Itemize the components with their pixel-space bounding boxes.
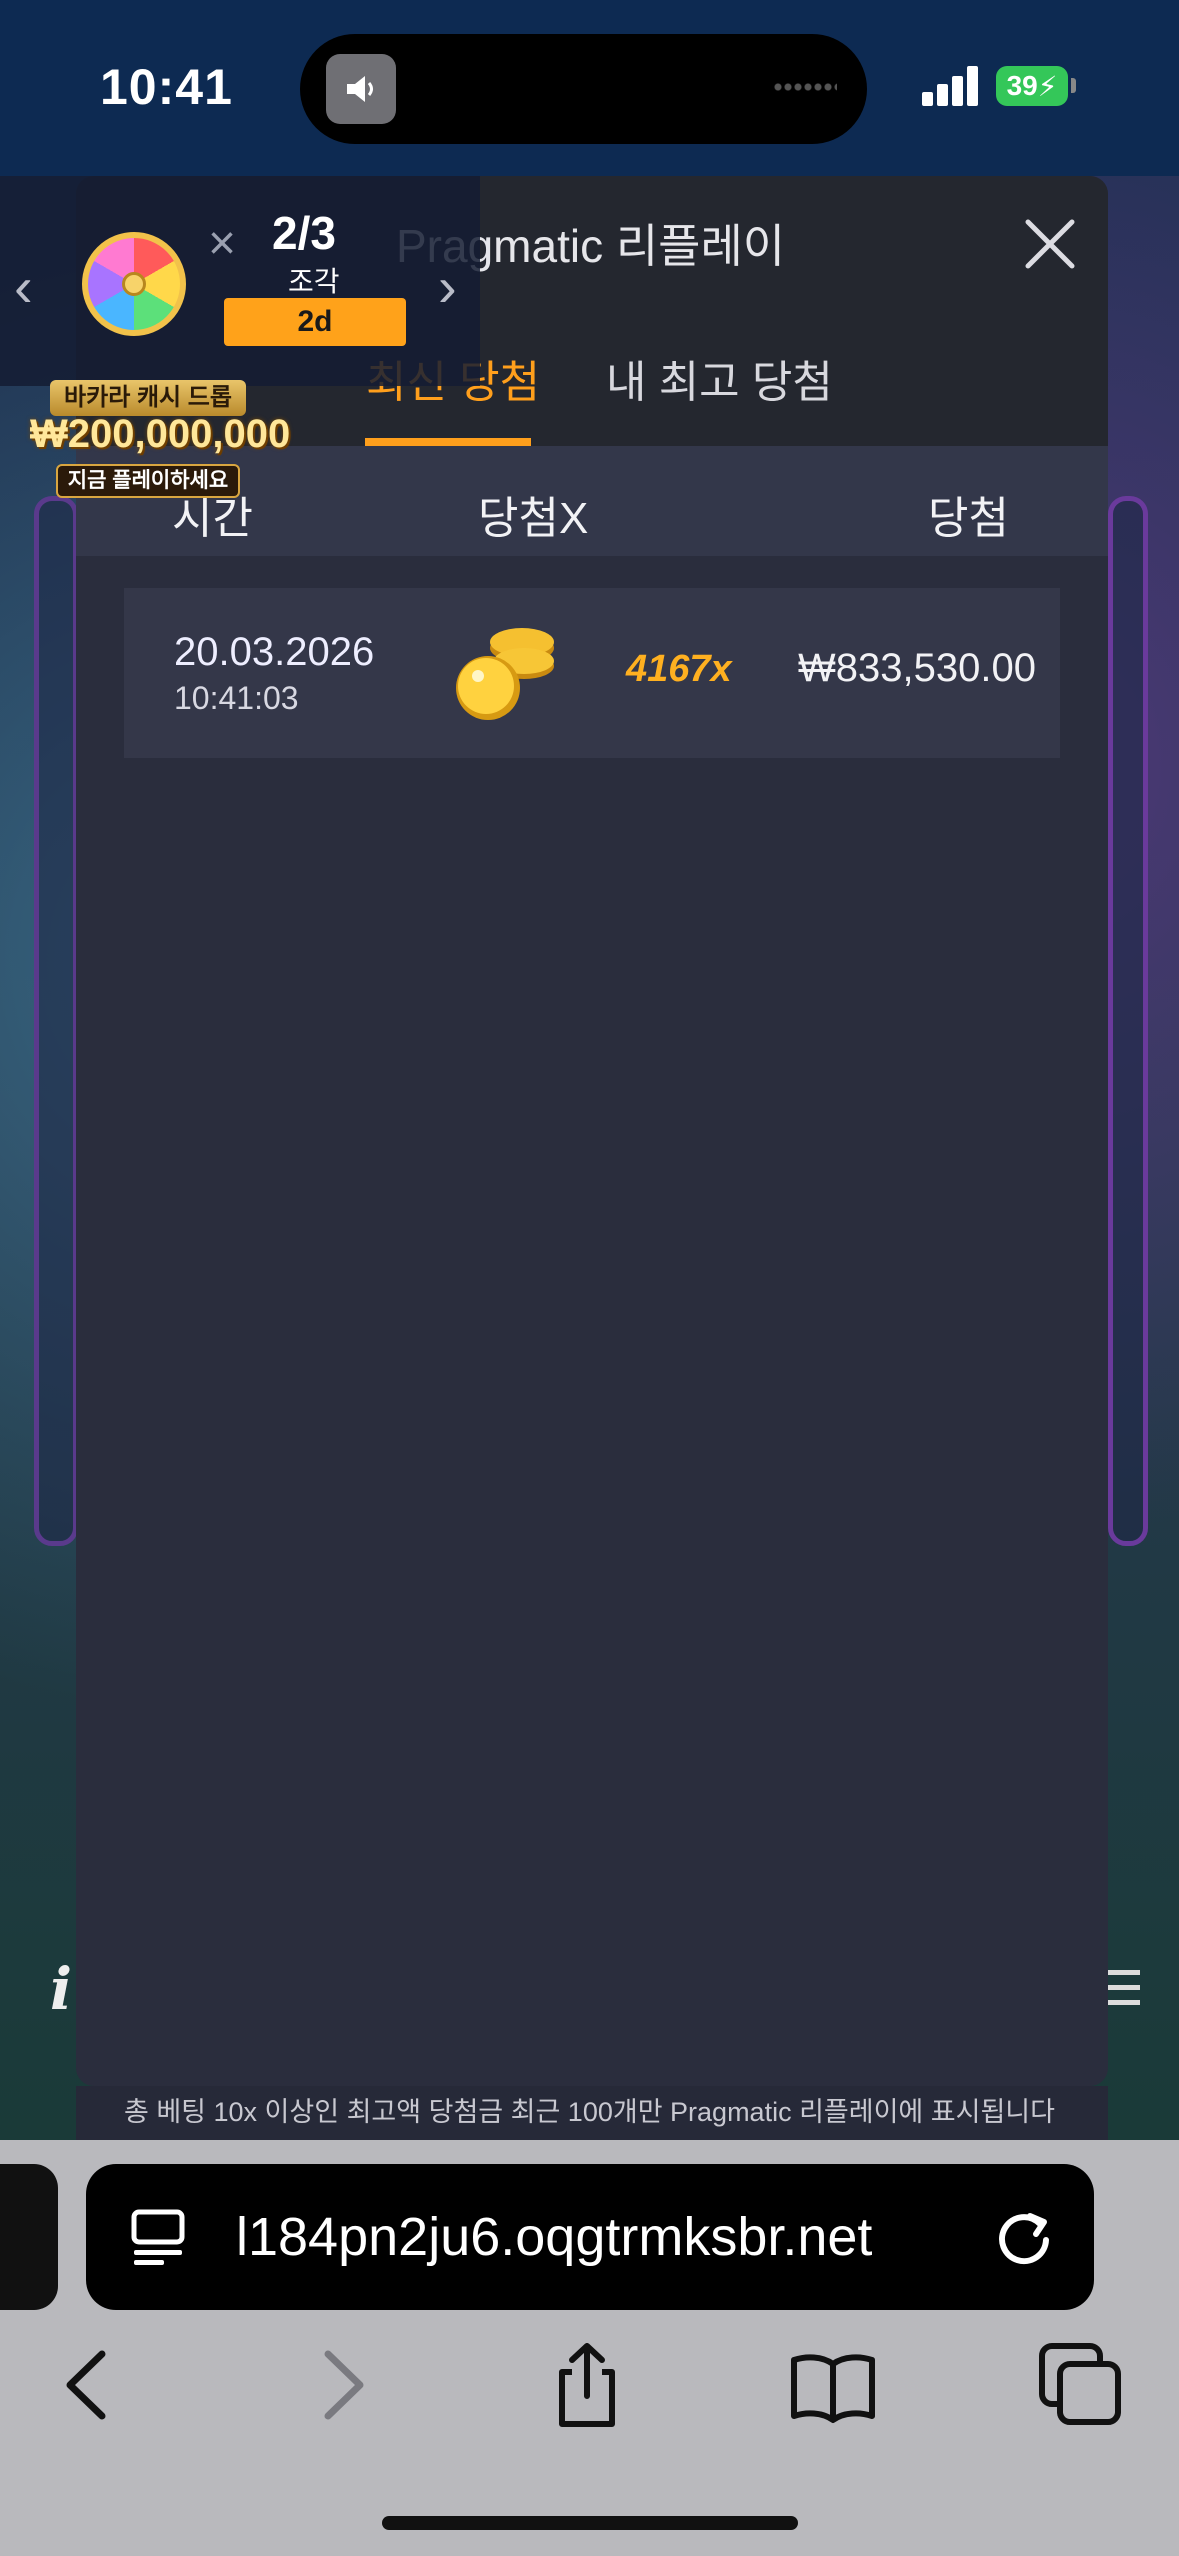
share-icon[interactable] xyxy=(542,2340,632,2430)
row-multiplier: 4167x xyxy=(626,648,732,690)
info-icon[interactable]: i xyxy=(50,1955,72,2023)
reload-icon[interactable] xyxy=(994,2206,1056,2268)
previous-tab-stub[interactable] xyxy=(0,2164,58,2310)
promo-count: 2/3 xyxy=(272,207,336,259)
row-date: 20.03.2026 xyxy=(174,630,375,674)
menu-icon[interactable] xyxy=(1104,1970,1140,2006)
close-icon xyxy=(1025,219,1075,269)
close-button[interactable] xyxy=(1020,214,1080,274)
reel-frame-right xyxy=(1108,496,1148,1546)
promo-dismiss-button[interactable]: × xyxy=(208,216,236,271)
column-header-win: 당첨 xyxy=(928,494,1009,543)
forward-icon[interactable] xyxy=(296,2340,386,2430)
status-bar: 10:41 39 ⚡ xyxy=(0,0,1179,176)
cash-drop-amount: ₩200,000,000 xyxy=(30,412,291,456)
promo-widget: ‹ × 2/3 조각 2d › 바카라 캐시 드롭 ₩200,000,000 지… xyxy=(0,176,480,506)
battery-tip xyxy=(1071,78,1076,93)
promo-pieces-label: 조각 xyxy=(288,266,340,297)
island-dots xyxy=(773,82,837,92)
url-text[interactable]: l184pn2ju6.oqgtrmksbr.net xyxy=(236,2206,872,2268)
tabs-icon[interactable] xyxy=(1036,2340,1126,2430)
wheel-hub xyxy=(122,272,146,296)
panel-footnote: 총 베팅 10x 이상인 최고액 당첨금 최근 100개만 Pragmatic … xyxy=(124,2097,1055,2127)
promo-bar: ‹ × 2/3 조각 2d › xyxy=(0,176,480,386)
table-row[interactable]: 20.03.2026 10:41:03 4167x ₩833,530.00 xyxy=(124,588,1060,758)
row-win-amount: ₩833,530.00 xyxy=(798,646,1036,690)
battery-icon: 39 ⚡ xyxy=(996,66,1068,106)
column-header-multiplier: 당첨X xyxy=(478,494,589,543)
coin-stack-icon xyxy=(456,628,554,720)
promo-next-button[interactable]: › xyxy=(438,254,457,319)
cash-drop-title: 바카라 캐시 드롭 xyxy=(50,380,246,416)
back-icon[interactable] xyxy=(44,2340,134,2430)
dynamic-island xyxy=(300,34,867,144)
battery-level: 39 xyxy=(1006,70,1038,101)
speaker-icon xyxy=(326,54,396,124)
tab-my-best-wins[interactable]: 내 최고 당첨 xyxy=(606,346,833,410)
reel-frame-left xyxy=(34,496,78,1546)
cellular-signal-icon xyxy=(922,66,980,106)
promo-prev-button[interactable]: ‹ xyxy=(14,254,33,319)
address-bar[interactable]: l184pn2ju6.oqgtrmksbr.net xyxy=(86,2164,1094,2310)
page-menu-icon[interactable] xyxy=(130,2208,186,2266)
promo-time-badge: 2d xyxy=(224,298,406,346)
prize-wheel-icon[interactable] xyxy=(82,232,186,336)
bookmarks-icon[interactable] xyxy=(788,2340,878,2430)
status-time: 10:41 xyxy=(100,59,233,115)
home-indicator[interactable] xyxy=(382,2516,798,2530)
play-now-button[interactable]: 지금 플레이하세요 xyxy=(56,464,240,498)
browser-toolbar: l184pn2ju6.oqgtrmksbr.net xyxy=(0,2140,1179,2556)
row-time: 10:41:03 xyxy=(174,680,299,716)
